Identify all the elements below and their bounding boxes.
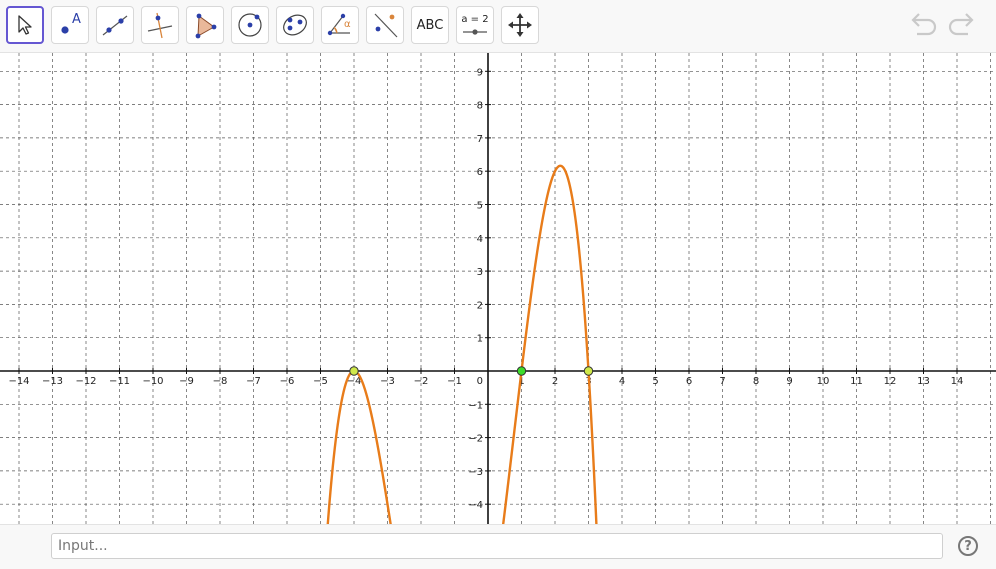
x-tick-label: 13 bbox=[917, 376, 930, 387]
ellipse-icon bbox=[280, 10, 310, 40]
input-bar: ? bbox=[0, 524, 996, 569]
x-tick-label: −5 bbox=[313, 376, 328, 387]
axes bbox=[0, 53, 996, 524]
y-tick-label: 5 bbox=[477, 201, 483, 212]
tool-point[interactable]: A bbox=[51, 6, 89, 44]
toolbar: A α ABC a = 2 bbox=[0, 0, 996, 53]
x-tick-label: −11 bbox=[109, 376, 130, 387]
x-tick-label: −1 bbox=[447, 376, 462, 387]
x-tick-label: 4 bbox=[619, 376, 625, 387]
angle-icon: α bbox=[325, 10, 355, 40]
y-tick-label: 8 bbox=[477, 101, 483, 112]
tool-polygon[interactable] bbox=[186, 6, 224, 44]
x-tick-label: −8 bbox=[213, 376, 228, 387]
y-tick-label: 9 bbox=[477, 67, 483, 78]
x-tick-label: −7 bbox=[246, 376, 261, 387]
help-button[interactable]: ? bbox=[958, 536, 978, 556]
x-tick-label: 5 bbox=[652, 376, 658, 387]
origin-label: 0 bbox=[477, 376, 483, 387]
tool-line[interactable] bbox=[96, 6, 134, 44]
x-tick-label: −10 bbox=[142, 376, 163, 387]
tool-ellipse[interactable] bbox=[276, 6, 314, 44]
line-through-points-icon bbox=[100, 10, 130, 40]
y-tick-label: −4 bbox=[468, 500, 483, 511]
x-tick-label: −3 bbox=[380, 376, 395, 387]
tool-move-graphics[interactable] bbox=[501, 6, 539, 44]
algebra-input[interactable] bbox=[51, 533, 943, 559]
help-icon: ? bbox=[964, 538, 972, 554]
tool-circle[interactable] bbox=[231, 6, 269, 44]
point-icon: A bbox=[56, 11, 84, 39]
x-tick-label: 8 bbox=[753, 376, 759, 387]
undo-button[interactable] bbox=[909, 12, 939, 40]
graphics-view[interactable]: −14 −13 −12 −11 −10 −9 −8 −7 −6 −5 −4 −3 −2 −1 1 2 3 4 5 6 7… bbox=[0, 53, 996, 524]
coordinate-plane[interactable]: −14 −13 −12 −11 −10 −9 −8 −7 −6 −5 −4 −3 −2 −1 1 2 3 4 5 6 7… bbox=[0, 53, 996, 524]
text-tool-icon: ABC bbox=[416, 17, 444, 33]
move-graphics-view-icon bbox=[507, 12, 533, 38]
y-tick-label: −3 bbox=[468, 467, 483, 478]
intersection-point[interactable] bbox=[583, 366, 594, 376]
x-tick-label: 10 bbox=[817, 376, 830, 387]
y-tick-label: −1 bbox=[468, 400, 483, 411]
redo-icon bbox=[946, 11, 976, 41]
x-tick-label: 6 bbox=[686, 376, 692, 387]
tool-perpendicular[interactable] bbox=[141, 6, 179, 44]
tool-angle[interactable]: α bbox=[321, 6, 359, 44]
tool-text[interactable]: ABC bbox=[411, 6, 449, 44]
function-curve[interactable] bbox=[326, 164, 598, 524]
y-tick-label: 6 bbox=[477, 167, 483, 178]
x-tick-label: −9 bbox=[179, 376, 194, 387]
x-tick-label: −14 bbox=[8, 376, 29, 387]
perpendicular-line-icon bbox=[145, 10, 175, 40]
grid-lines bbox=[0, 53, 996, 524]
slider-icon: a = 2 bbox=[458, 8, 492, 42]
intersection-point[interactable] bbox=[516, 366, 527, 376]
tool-move[interactable] bbox=[6, 6, 44, 44]
y-tick-label: 2 bbox=[477, 300, 483, 311]
y-tick-label: 7 bbox=[477, 134, 483, 145]
circle-center-point-icon bbox=[235, 10, 265, 40]
x-tick-label: 12 bbox=[884, 376, 897, 387]
y-tick-label: 3 bbox=[477, 267, 483, 278]
reflect-about-line-icon bbox=[370, 10, 400, 40]
cursor-arrow-icon bbox=[15, 14, 35, 36]
point-tool-label: A bbox=[72, 12, 81, 27]
tool-reflect[interactable] bbox=[366, 6, 404, 44]
redo-button[interactable] bbox=[946, 12, 976, 40]
intersection-point[interactable] bbox=[349, 366, 359, 376]
tool-slider[interactable]: a = 2 bbox=[456, 6, 494, 44]
x-tick-label: 2 bbox=[552, 376, 558, 387]
x-tick-label: 14 bbox=[951, 376, 964, 387]
x-tick-label: −2 bbox=[414, 376, 429, 387]
angle-tool-label: α bbox=[344, 19, 351, 30]
y-tick-label: −2 bbox=[468, 434, 483, 445]
tick-labels: −14 −13 −12 −11 −10 −9 −8 −7 −6 −5 −4 −3 −2 −1 1 2 3 4 5 6 7… bbox=[8, 67, 963, 511]
x-tick-label: 11 bbox=[850, 376, 863, 387]
y-tick-label: 1 bbox=[477, 334, 483, 345]
x-tick-label: −12 bbox=[75, 376, 96, 387]
x-tick-label: 7 bbox=[719, 376, 725, 387]
polygon-icon bbox=[190, 10, 220, 40]
x-tick-label: −6 bbox=[280, 376, 295, 387]
undo-icon bbox=[909, 11, 939, 41]
x-tick-label: −13 bbox=[42, 376, 63, 387]
y-tick-label: 4 bbox=[477, 234, 483, 245]
x-tick-label: 9 bbox=[786, 376, 792, 387]
